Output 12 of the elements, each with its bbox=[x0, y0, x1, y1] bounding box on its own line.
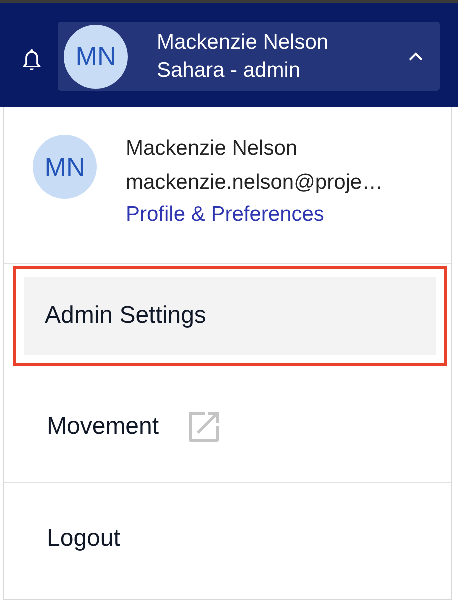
user-email: mackenzie.nelson@proje… bbox=[126, 170, 384, 196]
user-role: Sahara - admin bbox=[157, 58, 302, 82]
user-name: Mackenzie Nelson bbox=[126, 136, 299, 162]
menu-item[interactable]: Admin Settings bbox=[24, 277, 436, 355]
bell-icon[interactable] bbox=[21, 47, 43, 73]
menu-item[interactable]: Movement bbox=[13, 372, 439, 482]
account-button[interactable]: MN Mackenzie Nelson Sahara - admin bbox=[58, 22, 440, 91]
profile-link[interactable]: Profile & Preferences bbox=[126, 200, 384, 230]
user-name: Mackenzie Nelson bbox=[157, 30, 330, 54]
menu-item[interactable]: Logout bbox=[13, 483, 439, 594]
avatar: MN bbox=[64, 24, 128, 88]
avatar: MN bbox=[33, 135, 97, 199]
